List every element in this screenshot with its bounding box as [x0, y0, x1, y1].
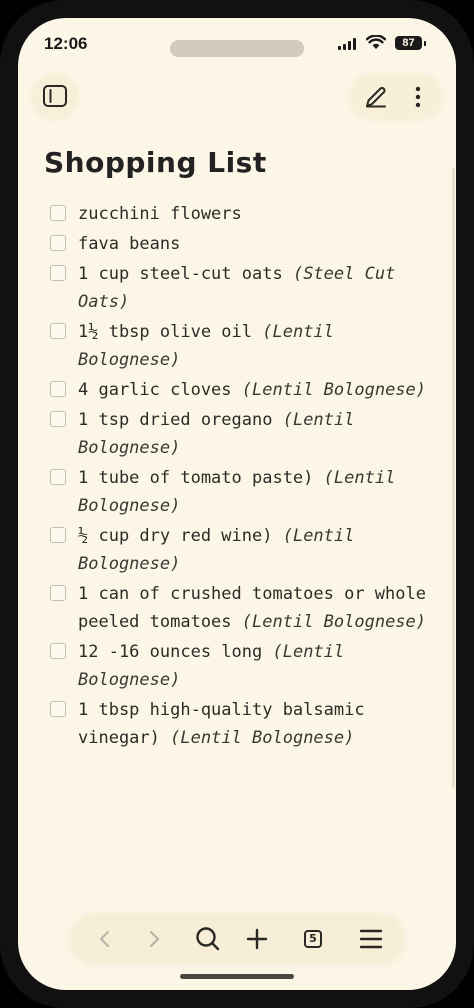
- list-item: fava beans: [50, 230, 430, 258]
- pencil-icon[interactable]: [362, 83, 390, 111]
- item-checkbox[interactable]: [50, 323, 66, 339]
- item-text: 12 -16 ounces long: [78, 642, 263, 662]
- dynamic-island: [170, 40, 304, 57]
- item-recipe: (Lentil Bolognese): [241, 612, 427, 632]
- list-item: 4 garlic cloves (Lentil Bolognese): [50, 376, 430, 404]
- item-checkbox[interactable]: [50, 205, 66, 221]
- chevron-left-icon[interactable]: [90, 924, 120, 954]
- sidebar-icon: [43, 85, 67, 107]
- item-text: ½ cup dry red wine): [78, 526, 273, 546]
- chevron-right-icon[interactable]: [139, 924, 169, 954]
- item-checkbox[interactable]: [50, 265, 66, 281]
- item-text: 1 cup steel-cut oats: [78, 264, 283, 284]
- item-checkbox[interactable]: [50, 411, 66, 427]
- search-icon[interactable]: [193, 924, 223, 954]
- shopping-list: zucchini flowers fava beans 1 cup steel-cu…: [50, 200, 430, 754]
- menu-icon[interactable]: [356, 924, 386, 954]
- list-item: 1 cup steel-cut oats (Steel Cut Oats): [50, 260, 430, 316]
- list-item: 1 tsp dried oregano (Lentil Bolognese): [50, 406, 430, 462]
- item-recipe: (Lentil Bolognese): [241, 380, 427, 400]
- list-item: 1 can of crushed tomatoes or whole peele…: [50, 580, 430, 636]
- sidebar-button[interactable]: [32, 74, 78, 118]
- bottom-toolbar: 5: [70, 914, 404, 964]
- page-title: Shopping List: [44, 146, 267, 179]
- item-checkbox[interactable]: [50, 527, 66, 543]
- item-text: zucchini flowers: [78, 204, 242, 224]
- item-text: 1½ tbsp olive oil: [78, 322, 252, 342]
- more-vertical-icon[interactable]: [408, 84, 428, 110]
- item-checkbox[interactable]: [50, 585, 66, 601]
- battery-tip: [424, 41, 426, 46]
- item-text: 1 tsp dried oregano: [78, 410, 273, 430]
- item-recipe: (Lentil Bolognese): [170, 728, 355, 748]
- top-actions: [350, 74, 442, 118]
- list-item: 12 -16 ounces long (Lentil Bolognese): [50, 638, 430, 694]
- list-item: 1 tube of tomato paste) (Lentil Bolognes…: [50, 464, 430, 520]
- item-text: 1 tube of tomato paste): [78, 468, 314, 488]
- status-time: 12:06: [44, 34, 88, 53]
- tabs-icon: 5: [304, 930, 322, 948]
- home-indicator[interactable]: [180, 974, 294, 979]
- item-checkbox[interactable]: [50, 381, 66, 397]
- scrollbar[interactable]: [452, 168, 455, 788]
- item-checkbox[interactable]: [50, 235, 66, 251]
- list-item: ½ cup dry red wine) (Lentil Bolognese): [50, 522, 430, 578]
- wifi-icon: [366, 35, 386, 49]
- item-checkbox[interactable]: [50, 643, 66, 659]
- screen: 12:06 87 Shopping List zucchini flowers …: [18, 18, 456, 990]
- list-item: 1 tbsp high-quality balsamic vinegar) (L…: [50, 696, 430, 752]
- plus-icon[interactable]: [242, 924, 272, 954]
- item-checkbox[interactable]: [50, 701, 66, 717]
- list-item: 1½ tbsp olive oil (Lentil Bolognese): [50, 318, 430, 374]
- cellular-signal-icon: [338, 38, 360, 50]
- phone-frame: 12:06 87 Shopping List zucchini flowers …: [0, 0, 474, 1008]
- tabs-button[interactable]: 5: [298, 924, 328, 954]
- item-text: 4 garlic cloves: [78, 380, 232, 400]
- battery-icon: 87: [395, 36, 422, 50]
- item-checkbox[interactable]: [50, 469, 66, 485]
- list-item: zucchini flowers: [50, 200, 430, 228]
- item-text: fava beans: [78, 234, 181, 254]
